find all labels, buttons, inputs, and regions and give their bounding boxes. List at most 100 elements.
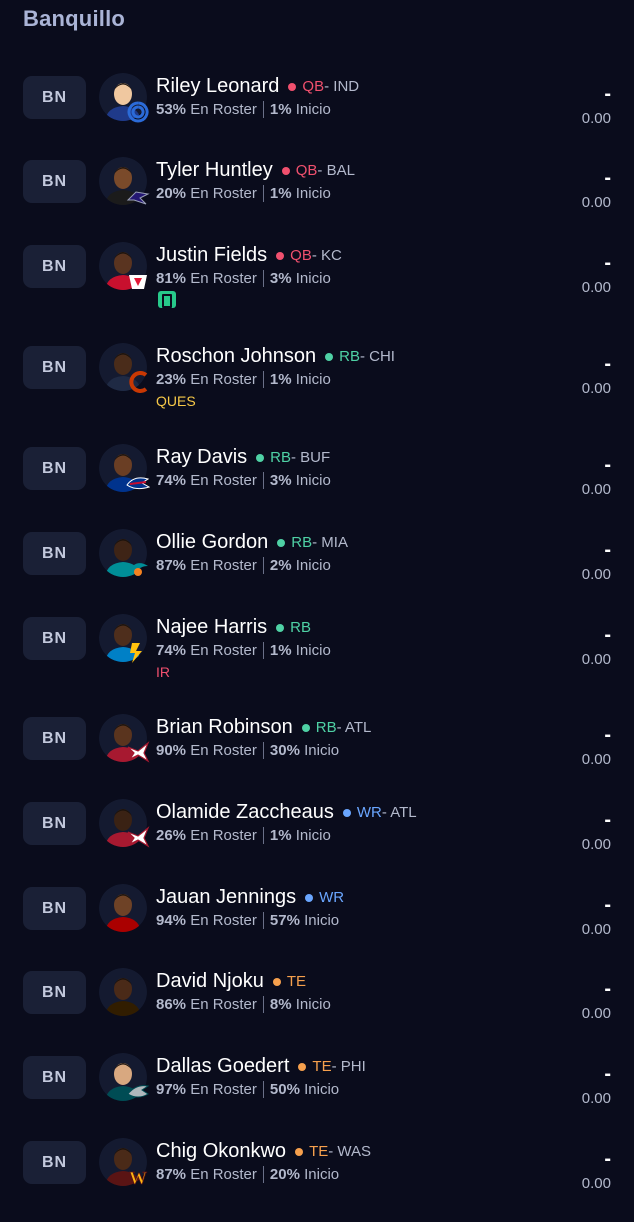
slot-button[interactable]: BN — [23, 447, 86, 490]
ownership-stats: 81% En Roster 3% Inicio — [156, 270, 331, 287]
player-row[interactable]: BN Roschon Johnson RB - CHI 23% En Roster 1%… — [0, 343, 634, 427]
projection-value: - — [604, 724, 611, 746]
player-row[interactable]: BN Riley Leonard QB - IND 53% En Roster 1% I… — [0, 73, 634, 157]
slot-button[interactable]: BN — [23, 802, 86, 845]
player-name[interactable]: Dallas Goedert — [156, 1055, 289, 1078]
start-percent: 57% — [269, 912, 300, 929]
ownership-stats: 87% En Roster 20% Inicio — [156, 1166, 339, 1183]
start-percent: 1% — [269, 371, 292, 388]
position-dot — [288, 82, 297, 91]
falcons-logo-icon — [126, 826, 150, 850]
player-name[interactable]: Ray Davis — [156, 446, 247, 469]
points-value: 0.00 — [581, 751, 611, 768]
start-label: Inicio — [295, 472, 331, 489]
roster-label: En Roster — [190, 642, 257, 659]
ownership-stats: 87% En Roster 2% Inicio — [156, 557, 331, 574]
player-name[interactable]: Ollie Gordon — [156, 531, 268, 554]
player-name[interactable]: Tyler Huntley — [156, 159, 273, 182]
chargers-logo-icon — [126, 641, 150, 665]
player-name[interactable]: Chig Okonkwo — [156, 1140, 286, 1163]
slot-button[interactable]: BN — [23, 160, 86, 203]
player-row[interactable]: BN Ollie Gordon RB - MIA 87% En Roster 2% In… — [0, 529, 634, 613]
colts-logo-icon — [126, 100, 150, 124]
start-percent: 50% — [269, 1081, 300, 1098]
eagles-logo-icon — [126, 1080, 150, 1104]
position-dot — [281, 166, 290, 175]
ownership-stats: 86% En Roster 8% Inicio — [156, 996, 331, 1013]
player-name[interactable]: Riley Leonard — [156, 75, 279, 98]
dolphins-logo-icon — [126, 556, 150, 580]
roster-percent: 74% — [156, 472, 187, 489]
roster-percent: 20% — [156, 185, 187, 202]
slot-button[interactable]: BN — [23, 346, 86, 389]
roster-percent: 87% — [156, 557, 187, 574]
player-name[interactable]: Olamide Zaccheaus — [156, 801, 334, 824]
slot-button[interactable]: BN — [23, 76, 86, 119]
position-label: QB — [302, 78, 325, 95]
roster-label: En Roster — [190, 827, 257, 844]
stats-divider — [262, 185, 264, 202]
player-name[interactable]: Justin Fields — [156, 244, 267, 267]
start-label: Inicio — [304, 912, 340, 929]
player-name[interactable]: David Njoku — [156, 970, 264, 993]
player-avatar[interactable] — [99, 968, 147, 1016]
projection-value: - — [604, 353, 611, 375]
start-label: Inicio — [295, 371, 331, 388]
roster-label: En Roster — [190, 1166, 257, 1183]
player-name[interactable]: Najee Harris — [156, 616, 267, 639]
roster-percent: 74% — [156, 642, 187, 659]
start-percent: 1% — [269, 642, 292, 659]
commanders-logo-icon: W — [126, 1165, 150, 1189]
roster-percent: 86% — [156, 996, 187, 1013]
team-label: - ATL — [336, 719, 372, 736]
player-row[interactable]: BN Justin Fields QB - KC 81% En Roster 3% In… — [0, 242, 634, 326]
player-row[interactable]: BN Najee Harris RB 74% En Roster 1% Inicio IR… — [0, 614, 634, 698]
injury-status-badge[interactable]: QUES — [156, 393, 196, 409]
player-row[interactable]: BN Ray Davis RB - BUF 74% En Roster 3% Inici… — [0, 444, 634, 528]
position-label: RB — [291, 534, 313, 551]
roster-label: En Roster — [190, 557, 257, 574]
projection-value: - — [604, 454, 611, 476]
points-value: 0.00 — [581, 1090, 611, 1107]
news-icon[interactable] — [158, 291, 176, 308]
projection-value: - — [604, 539, 611, 561]
ownership-stats: 94% En Roster 57% Inicio — [156, 912, 339, 929]
injury-status-badge[interactable]: IR — [156, 664, 170, 680]
player-name[interactable]: Jauan Jennings — [156, 886, 296, 909]
start-label: Inicio — [295, 270, 331, 287]
slot-button[interactable]: BN — [23, 971, 86, 1014]
team-label: - BUF — [290, 449, 331, 466]
svg-text:W: W — [129, 1168, 147, 1188]
team-label: - MIA — [312, 534, 348, 551]
slot-button[interactable]: BN — [23, 245, 86, 288]
start-percent: 3% — [269, 472, 292, 489]
slot-button[interactable]: BN — [23, 532, 86, 575]
points-value: 0.00 — [581, 921, 611, 938]
player-row[interactable]: BN Tyler Huntley QB - BAL 20% En Roster 1% I… — [0, 157, 634, 241]
player-row[interactable]: BN David Njoku TE 86% En Roster 8% Inicio - 0.… — [0, 968, 634, 1052]
slot-button[interactable]: BN — [23, 1056, 86, 1099]
player-name[interactable]: Roschon Johnson — [156, 345, 316, 368]
slot-button[interactable]: BN — [23, 887, 86, 930]
player-row[interactable]: BN Jauan Jennings WR 94% En Roster 57% Inici… — [0, 884, 634, 968]
ownership-stats: 74% En Roster 1% Inicio — [156, 642, 331, 659]
position-dot — [272, 977, 281, 986]
player-row[interactable]: BN Olamide Zaccheaus WR - ATL 26% En Roster… — [0, 799, 634, 883]
chiefs-logo-icon — [126, 269, 150, 293]
slot-button[interactable]: BN — [23, 717, 86, 760]
player-row[interactable]: BN Dallas Goedert TE - PHI 97% En Roster 50%… — [0, 1053, 634, 1137]
player-avatar[interactable] — [99, 884, 147, 932]
slot-button[interactable]: BN — [23, 1141, 86, 1184]
slot-button[interactable]: BN — [23, 617, 86, 660]
player-name-line: Justin Fields QB - KC — [156, 244, 342, 267]
start-label: Inicio — [304, 1166, 340, 1183]
position-label: WR — [319, 889, 345, 906]
player-row[interactable]: BN Brian Robinson RB - ATL 90% En Roster 30%… — [0, 714, 634, 798]
ownership-stats: 97% En Roster 50% Inicio — [156, 1081, 339, 1098]
start-label: Inicio — [295, 827, 331, 844]
position-dot — [276, 251, 285, 260]
player-row[interactable]: BN W Chig Okonkwo TE - WAS 87% En Roster 20% … — [0, 1138, 634, 1222]
player-name[interactable]: Brian Robinson — [156, 716, 293, 739]
roster-percent: 87% — [156, 1166, 187, 1183]
falcons-logo-icon — [126, 741, 150, 765]
